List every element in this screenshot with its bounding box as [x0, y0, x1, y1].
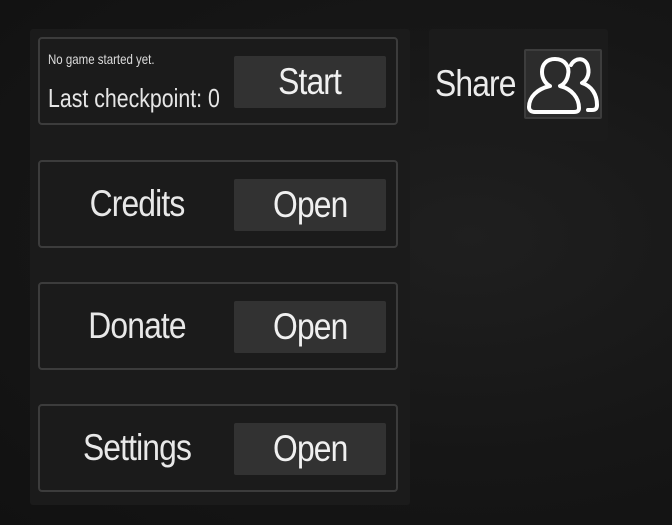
settings-open-label: Open: [272, 428, 348, 469]
settings-row: Settings Open: [38, 404, 398, 492]
donate-open-label: Open: [272, 306, 348, 347]
start-button[interactable]: Start: [234, 56, 386, 108]
credits-open-label: Open: [272, 184, 348, 225]
settings-label: Settings: [82, 427, 192, 468]
last-checkpoint-label: Last checkpoint: 0: [48, 83, 220, 113]
game-status-row: No game started yet. Last checkpoint: 0 …: [38, 37, 398, 125]
settings-open-button[interactable]: Open: [234, 423, 386, 475]
share-panel: Share: [429, 29, 608, 141]
share-label: Share: [435, 63, 516, 104]
donate-open-button[interactable]: Open: [234, 301, 386, 353]
share-button[interactable]: [524, 49, 602, 119]
credits-open-button[interactable]: Open: [234, 179, 386, 231]
users-icon: [527, 57, 599, 114]
credits-row: Credits Open: [38, 160, 398, 248]
game-status-message: No game started yet.: [48, 51, 155, 67]
start-button-label: Start: [278, 61, 343, 102]
donate-label: Donate: [88, 305, 186, 346]
main-menu-panel: No game started yet. Last checkpoint: 0 …: [30, 29, 410, 505]
donate-row: Donate Open: [38, 282, 398, 370]
credits-label: Credits: [89, 183, 186, 224]
